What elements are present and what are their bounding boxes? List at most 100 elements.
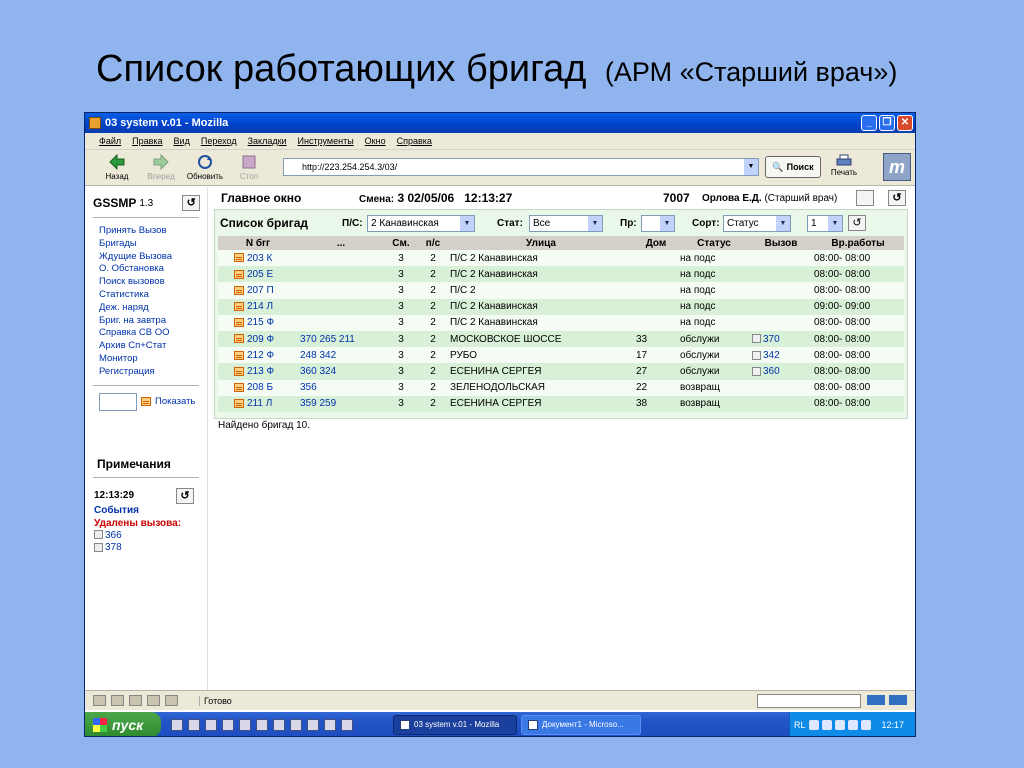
quick-launch-icon[interactable] bbox=[205, 718, 217, 731]
url-dropdown-icon[interactable]: ▼ bbox=[744, 159, 758, 175]
taskbar-item-mozilla[interactable]: 03 system v.01 - Mozilla bbox=[393, 714, 517, 735]
brigade-doc-icon[interactable] bbox=[234, 382, 244, 392]
search-button[interactable]: 🔍 Поиск bbox=[765, 156, 821, 178]
brigade-doc-icon[interactable] bbox=[234, 366, 244, 376]
brigades-refresh-icon[interactable]: ↺ bbox=[848, 215, 866, 231]
cell-calls[interactable]: 248 342 bbox=[298, 347, 384, 364]
cell-call[interactable]: 342 bbox=[750, 347, 812, 364]
deleted-call-item[interactable]: 366 bbox=[85, 530, 207, 543]
forward-button[interactable]: Вперед bbox=[139, 154, 183, 181]
show-button[interactable]: Показать bbox=[155, 396, 195, 407]
navigator-icon[interactable] bbox=[93, 695, 106, 706]
cell-brigade[interactable]: 207 П bbox=[218, 282, 298, 299]
menu-view[interactable]: Вид bbox=[174, 136, 190, 146]
notes-refresh-icon[interactable]: ↺ bbox=[176, 487, 195, 504]
back-button[interactable]: Назад bbox=[95, 154, 139, 181]
cell-calls[interactable]: 356 bbox=[298, 379, 384, 396]
cell-call[interactable] bbox=[750, 266, 812, 283]
cell-calls[interactable] bbox=[298, 298, 384, 315]
cell-calls[interactable] bbox=[298, 282, 384, 299]
sidebar-item-archive[interactable]: Архив Сп+Стат bbox=[99, 340, 207, 353]
cell-brigade[interactable]: 208 Б bbox=[218, 379, 298, 396]
quick-launch-icon[interactable] bbox=[273, 718, 285, 731]
window-titlebar[interactable]: 03 system v.01 - Mozilla _ ❐ ✕ bbox=[85, 113, 915, 133]
col-house[interactable]: Дом bbox=[634, 236, 678, 250]
quick-launch-icon[interactable] bbox=[324, 718, 336, 731]
cell-call[interactable] bbox=[750, 298, 812, 315]
cell-calls[interactable] bbox=[298, 314, 384, 331]
deleted-call-item[interactable]: 378 bbox=[85, 542, 207, 555]
cell-call[interactable]: 360 bbox=[750, 363, 812, 380]
sidebar-item-brigades[interactable]: Бригады bbox=[99, 238, 207, 251]
sidebar-item-registration[interactable]: Регистрация bbox=[99, 366, 207, 379]
cell-call[interactable] bbox=[750, 314, 812, 331]
pr-select[interactable]: ▼ bbox=[641, 215, 675, 232]
cell-call[interactable]: 370 bbox=[750, 330, 812, 348]
composer-icon[interactable] bbox=[129, 695, 142, 706]
cell-calls[interactable]: 360 324 bbox=[298, 363, 384, 380]
quick-launch-icon[interactable] bbox=[222, 718, 234, 731]
reload-button[interactable]: Обновить bbox=[183, 154, 227, 181]
sidebar-refresh-icon[interactable]: ↺ bbox=[182, 195, 201, 211]
chat-icon[interactable] bbox=[165, 695, 178, 706]
menu-window[interactable]: Окно bbox=[365, 136, 386, 146]
sidebar-item-accept-call[interactable]: Принять Вызов bbox=[99, 225, 207, 238]
tray-icon[interactable] bbox=[860, 719, 871, 730]
restore-button[interactable]: ❐ bbox=[879, 115, 895, 131]
cell-brigade[interactable]: 212 Ф bbox=[218, 347, 298, 364]
table-row[interactable]: 212 Ф 248 342 3 2 РУБО 17 обслужи 342 08:00- 08:… bbox=[218, 347, 904, 364]
cell-brigade[interactable]: 203 К bbox=[218, 250, 298, 267]
sidebar-item-situation[interactable]: О. Обстановка bbox=[99, 263, 207, 276]
sidebar-item-statistics[interactable]: Статистика bbox=[99, 289, 207, 302]
mail-icon[interactable] bbox=[111, 695, 124, 706]
print-button[interactable]: Печать bbox=[827, 154, 861, 177]
cell-calls[interactable] bbox=[298, 250, 384, 267]
menu-go[interactable]: Переход bbox=[201, 136, 237, 146]
print-icon[interactable] bbox=[856, 190, 874, 206]
show-input[interactable] bbox=[99, 392, 137, 411]
brigade-doc-icon[interactable] bbox=[234, 253, 244, 263]
brigade-doc-icon[interactable] bbox=[234, 350, 244, 360]
table-row[interactable]: 215 Ф 3 2 П/С 2 Канавинская на подс 08:00- 08… bbox=[218, 314, 904, 331]
events-link[interactable]: События bbox=[85, 504, 207, 517]
table-row[interactable]: 207 П 3 2 П/С 2 на подс 08:00- 08:00 bbox=[218, 282, 904, 299]
sidebar-item-monitor[interactable]: Монитор bbox=[99, 353, 207, 366]
brigade-doc-icon[interactable] bbox=[234, 269, 244, 279]
quick-launch-icon[interactable] bbox=[239, 718, 251, 731]
col-hours[interactable]: Вр.работы bbox=[812, 236, 904, 250]
menu-file[interactable]: Файл bbox=[99, 136, 121, 146]
col-street[interactable]: Улица bbox=[448, 236, 634, 250]
table-row[interactable]: 213 Ф 360 324 3 2 ЕСЕНИНА СЕРГЕЯ 27 обслужи 360… bbox=[218, 363, 904, 380]
cell-call[interactable] bbox=[750, 250, 812, 267]
cell-call[interactable] bbox=[750, 282, 812, 299]
cell-calls[interactable] bbox=[298, 266, 384, 283]
tray-icon[interactable] bbox=[821, 719, 832, 730]
tray-icon[interactable] bbox=[834, 719, 845, 730]
cell-brigade[interactable]: 211 Л bbox=[218, 395, 298, 412]
cell-brigade[interactable]: 213 Ф bbox=[218, 363, 298, 380]
main-refresh-icon[interactable]: ↺ bbox=[888, 190, 906, 206]
table-row[interactable]: 205 Е 3 2 П/С 2 Канавинская на подс 08:00- 08… bbox=[218, 266, 904, 283]
brigade-doc-icon[interactable] bbox=[234, 318, 244, 328]
table-row[interactable]: 203 К 3 2 П/С 2 Канавинская на подс 08:00- 08… bbox=[218, 250, 904, 267]
cell-brigade[interactable]: 209 Ф bbox=[218, 330, 298, 348]
sidebar-item-waiting-calls[interactable]: Ждущие Вызова bbox=[99, 251, 207, 264]
quick-launch-icon[interactable] bbox=[171, 718, 183, 731]
col-status[interactable]: Статус bbox=[678, 236, 750, 250]
taskbar-item-word[interactable]: Документ1 - Microso... bbox=[521, 714, 641, 735]
brigade-doc-icon[interactable] bbox=[234, 302, 244, 312]
quick-launch-icon[interactable] bbox=[307, 718, 319, 731]
page-select[interactable]: 1 ▼ bbox=[807, 215, 843, 232]
menu-edit[interactable]: Правка bbox=[132, 136, 162, 146]
stop-button[interactable]: Стоп bbox=[227, 154, 271, 181]
stat-select[interactable]: Все ▼ bbox=[529, 215, 603, 232]
language-indicator[interactable]: RL bbox=[794, 720, 806, 730]
ps-select[interactable]: 2 Канавинская ▼ bbox=[367, 215, 475, 232]
brigade-doc-icon[interactable] bbox=[234, 334, 244, 344]
menu-help[interactable]: Справка bbox=[397, 136, 432, 146]
address-book-icon[interactable] bbox=[147, 695, 160, 706]
cell-call[interactable] bbox=[750, 379, 812, 396]
col-ps[interactable]: п/с bbox=[418, 236, 448, 250]
table-row[interactable]: 211 Л 359 259 3 2 ЕСЕНИНА СЕРГЕЯ 38 возвращ 08:… bbox=[218, 395, 904, 412]
col-brigade[interactable]: N бrг bbox=[218, 236, 298, 250]
